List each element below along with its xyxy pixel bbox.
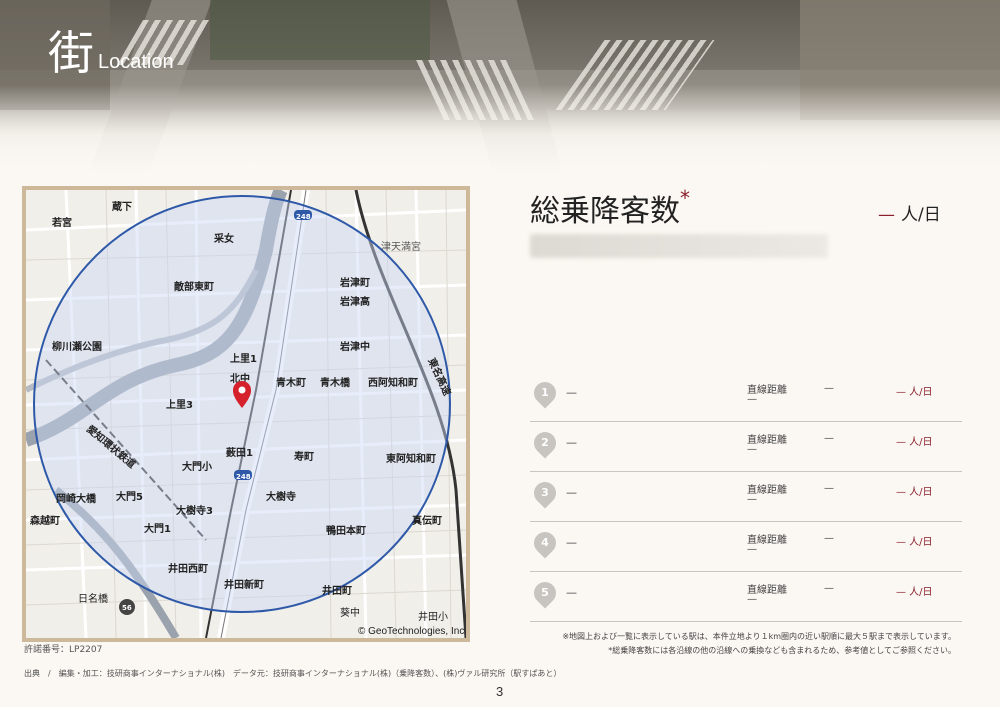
map-label: 大門小 bbox=[182, 460, 212, 473]
page-number: 3 bbox=[496, 684, 504, 699]
map-label: 森越町 bbox=[29, 514, 60, 527]
title-kanji: 街 bbox=[48, 26, 94, 80]
map-label: 青木橋 bbox=[320, 376, 351, 389]
footnote-1: ※地図上および一覧に表示している駅は、本件立地より１km圏内の近い駅順に最大５駅… bbox=[562, 632, 956, 641]
map-label: 岩津高 bbox=[339, 295, 370, 308]
route-56-label: 56 bbox=[122, 604, 132, 612]
list-item: 2 — 直線距離 — — — 人/日 bbox=[529, 422, 962, 472]
footnote-2: *総乗降客数には各沿線の他の沿線への乗換なども含まれるため、参考値としてご参照く… bbox=[608, 646, 956, 655]
station-pin-icon: 2 bbox=[529, 427, 561, 459]
list-item: 4 — 直線距離 — — — 人/日 bbox=[529, 522, 962, 572]
map-label: 葵中 bbox=[340, 606, 360, 619]
list-item: 3 — 直線距離 — — — 人/日 bbox=[529, 472, 962, 522]
station-number: 4 bbox=[541, 536, 549, 549]
line-value: — bbox=[824, 533, 834, 544]
passengers-value: — 人/日 bbox=[896, 437, 933, 448]
title-english: Location bbox=[98, 51, 174, 73]
route-248-label-top: 248 bbox=[296, 213, 311, 221]
station-name: — bbox=[566, 536, 577, 549]
map-label: 東阿知和町 bbox=[386, 452, 436, 465]
station-number: 3 bbox=[541, 486, 549, 499]
map-label: 寿町 bbox=[294, 450, 314, 463]
distance-value: — bbox=[747, 544, 757, 555]
map-credit: © GeoTechnologies, Inc. bbox=[358, 626, 466, 637]
map-label: 大樹寺 bbox=[266, 490, 296, 503]
map-label: 柳川瀬公園 bbox=[52, 340, 102, 353]
distance-value: — bbox=[747, 394, 757, 405]
source-credit: 出典 / 編集・加工：技研商事インターナショナル(株) データ元：技研商事インタ… bbox=[24, 669, 562, 678]
station-pin-icon: 4 bbox=[529, 527, 561, 559]
station-name: — bbox=[566, 386, 577, 399]
map-label: 岩津中 bbox=[339, 340, 370, 353]
map-label: 大門1 bbox=[144, 522, 171, 535]
total-passengers-value: — 人/日 bbox=[878, 200, 941, 225]
total-passengers-text: 総乗降客数 bbox=[530, 194, 680, 229]
distance-value: — bbox=[747, 594, 757, 605]
map-label: 井田新町 bbox=[224, 578, 264, 591]
map-label: 鴨田本町 bbox=[326, 524, 366, 537]
total-value-dash: — bbox=[878, 205, 895, 225]
tree-area bbox=[210, 0, 430, 60]
map-label: 井田西町 bbox=[168, 562, 208, 575]
route-248-label: 248 bbox=[236, 473, 251, 481]
station-pin-icon: 5 bbox=[529, 577, 561, 609]
list-item: 1 — 直線距離 — — — 人/日 bbox=[529, 372, 962, 422]
map-label: 井田小 bbox=[418, 610, 448, 623]
map-label: 大樹寺3 bbox=[176, 504, 213, 517]
map-label: 井田町 bbox=[322, 584, 352, 597]
map-label: 真伝町 bbox=[412, 514, 442, 527]
station-number: 1 bbox=[541, 386, 549, 399]
map-canvas: 若宮 蔵下 采女 敵部東町 岩津町 岩津高 岩津中 津天満宮 柳川瀬公園 上里1… bbox=[26, 190, 466, 638]
blurred-text bbox=[530, 234, 828, 258]
total-value-unit: 人/日 bbox=[901, 205, 941, 225]
footnotes: ※地図上および一覧に表示している駅は、本件立地より１km圏内の近い駅順に最大５駅… bbox=[516, 630, 956, 658]
station-list: 1 — 直線距離 — — — 人/日 2 — 直線距離 — — — 人/日 3 … bbox=[529, 372, 962, 622]
passengers-value: — 人/日 bbox=[896, 587, 933, 598]
line-value: — bbox=[824, 583, 834, 594]
list-item: 5 — 直線距離 — — — 人/日 bbox=[529, 572, 962, 622]
station-pin-icon: 1 bbox=[529, 377, 561, 409]
station-name: — bbox=[566, 486, 577, 499]
map-label: 敵部東町 bbox=[174, 280, 214, 293]
map-label: 蔵下 bbox=[112, 200, 132, 213]
distance-value: — bbox=[747, 444, 757, 455]
map-label: 青木町 bbox=[276, 376, 306, 389]
map-label: 上里1 bbox=[230, 352, 257, 365]
location-map[interactable]: 若宮 蔵下 采女 敵部東町 岩津町 岩津高 岩津中 津天満宮 柳川瀬公園 上里1… bbox=[22, 186, 470, 642]
asterisk-mark: * bbox=[680, 186, 690, 210]
fog-overlay bbox=[0, 85, 1000, 175]
line-value: — bbox=[824, 383, 834, 394]
passengers-value: — 人/日 bbox=[896, 487, 933, 498]
map-label: 大門5 bbox=[116, 490, 143, 503]
station-pin-icon: 3 bbox=[529, 477, 561, 509]
map-label: 岩津町 bbox=[339, 276, 370, 289]
hero-image: 街 Location bbox=[0, 0, 1000, 175]
map-label: 津天満宮 bbox=[381, 240, 421, 253]
permit-number: 許諾番号：LP2207 bbox=[24, 645, 103, 655]
map-label: 薮田1 bbox=[226, 446, 253, 459]
station-name: — bbox=[566, 586, 577, 599]
passengers-value: — 人/日 bbox=[896, 537, 933, 548]
line-value: — bbox=[824, 483, 834, 494]
station-name: — bbox=[566, 436, 577, 449]
map-label: 岡崎大橋 bbox=[56, 492, 97, 505]
map-label: 若宮 bbox=[51, 216, 72, 229]
passengers-value: — 人/日 bbox=[896, 387, 933, 398]
map-label: 采女 bbox=[213, 232, 234, 245]
page-title: 街 Location bbox=[48, 30, 174, 76]
distance-value: — bbox=[747, 494, 757, 505]
station-number: 2 bbox=[541, 436, 549, 449]
map-label: 上里3 bbox=[166, 398, 193, 411]
station-number: 5 bbox=[541, 586, 549, 599]
line-value: — bbox=[824, 433, 834, 444]
map-label: 西阿知和町 bbox=[368, 376, 418, 389]
map-label: 日名橋 bbox=[78, 592, 108, 605]
total-passengers-label: 総乗降客数* bbox=[530, 186, 690, 230]
